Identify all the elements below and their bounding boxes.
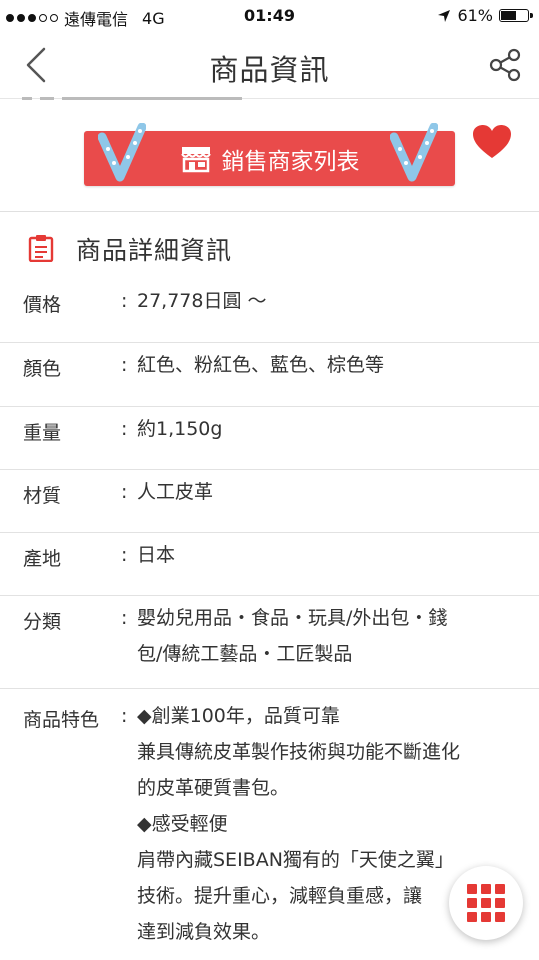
detail-colon: : xyxy=(121,705,128,727)
detail-value: 約1,150g xyxy=(137,411,517,447)
detail-label: 分類 xyxy=(23,611,62,633)
menu-button[interactable] xyxy=(449,866,523,940)
section-divider xyxy=(0,211,539,212)
detail-colon: : xyxy=(121,544,128,566)
seller-list-label: 銷售商家列表 xyxy=(221,148,360,175)
detail-value-line: 日本 xyxy=(137,544,176,566)
row-divider xyxy=(0,595,539,596)
detail-value-line: 肩帶內藏SEIBAN獨有的「天使之翼」 xyxy=(137,849,454,871)
detail-value: 日本 xyxy=(137,537,517,573)
share-button[interactable] xyxy=(487,47,523,83)
clipboard-icon xyxy=(28,235,54,262)
detail-value-line: 紅色、粉紅色、藍色、棕色等 xyxy=(137,354,385,376)
detail-value: 紅色、粉紅色、藍色、棕色等 xyxy=(137,347,517,383)
favorite-button[interactable] xyxy=(472,124,512,160)
row-divider xyxy=(0,688,539,689)
heart-icon xyxy=(473,125,511,158)
details-title: 商品詳細資訊 xyxy=(76,236,233,265)
detail-value-line: 的皮革硬質書包。 xyxy=(137,777,290,799)
detail-colon: : xyxy=(121,481,128,503)
battery-percent: 61% xyxy=(457,6,493,25)
row-divider xyxy=(0,406,539,407)
detail-value-line: 嬰幼兒用品・食品・玩具/外出包・錢 xyxy=(137,607,448,629)
detail-colon: : xyxy=(121,607,128,629)
detail-colon: : xyxy=(121,354,128,376)
detail-value-line: 包/傳統工藝品・工匠製品 xyxy=(137,643,353,665)
detail-value-line: 人工皮革 xyxy=(137,481,214,503)
status-bar: 遠傳電信 4G 01:49 61% xyxy=(0,0,539,32)
seller-list-button[interactable]: 銷售商家列表 xyxy=(84,123,455,186)
detail-colon: : xyxy=(121,290,128,312)
detail-label: 價格 xyxy=(23,294,62,316)
battery-icon xyxy=(499,9,533,22)
page-title: 商品資訊 xyxy=(209,53,330,87)
location-arrow-icon xyxy=(438,9,451,22)
row-divider xyxy=(0,342,539,343)
ribbon-decoration-icon xyxy=(390,123,438,182)
detail-colon: : xyxy=(121,418,128,440)
share-icon xyxy=(489,48,521,82)
detail-label: 材質 xyxy=(23,485,62,507)
store-icon xyxy=(180,146,211,172)
detail-value-line: ◆創業100年，品質可靠 xyxy=(137,705,340,727)
detail-value: 人工皮革 xyxy=(137,474,517,510)
detail-label: 顏色 xyxy=(23,358,62,380)
row-divider xyxy=(0,532,539,533)
detail-value-line: ◆感受輕便 xyxy=(137,813,228,835)
details-header: 商品詳細資訊 xyxy=(0,222,539,272)
detail-label: 重量 xyxy=(23,422,62,444)
detail-value-line: 27,778日圓 ～ xyxy=(137,290,267,312)
detail-value-line: 約1,150g xyxy=(137,418,223,440)
row-divider xyxy=(0,469,539,470)
detail-label: 產地 xyxy=(23,548,62,570)
clipped-content xyxy=(22,86,322,100)
detail-value-line: 兼具傳統皮革製作技術與功能不斷進化 xyxy=(137,741,461,763)
detail-value: 27,778日圓 ～ xyxy=(137,283,517,319)
detail-label: 商品特色 xyxy=(23,709,100,731)
detail-value: 嬰幼兒用品・食品・玩具/外出包・錢 包/傳統工藝品・工匠製品 xyxy=(137,600,517,672)
grid-menu-icon xyxy=(467,884,505,922)
